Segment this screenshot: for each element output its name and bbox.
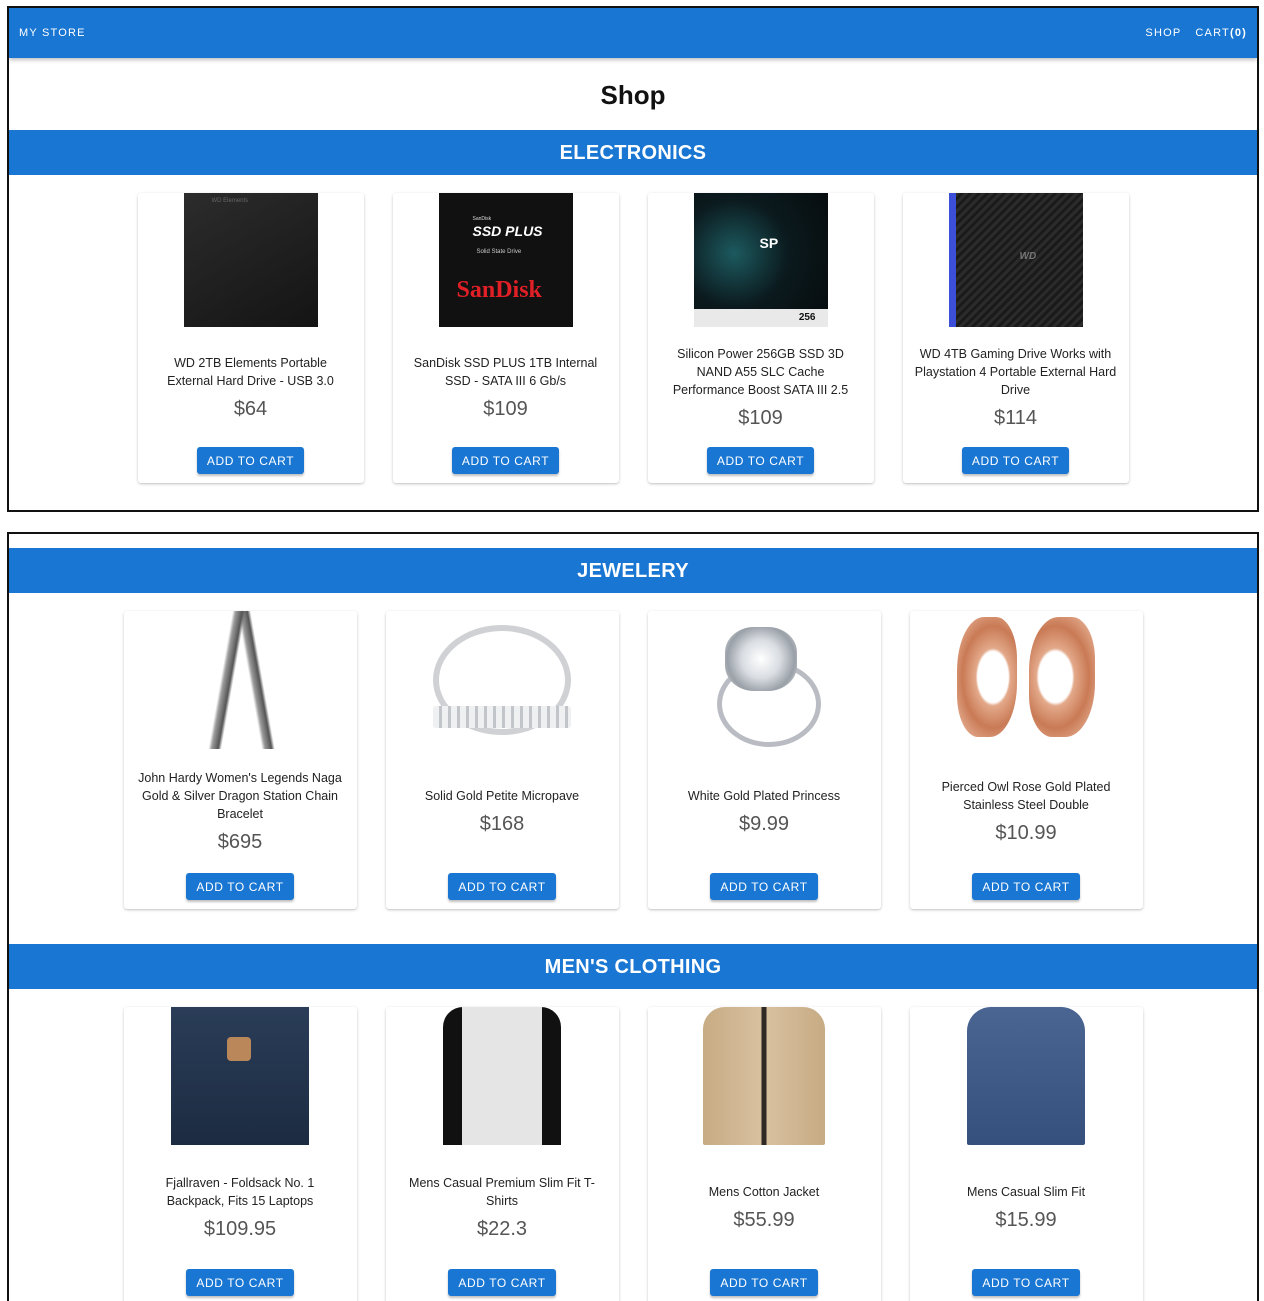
nav-cart-link[interactable]: CART(0) xyxy=(1195,27,1247,39)
product-card: Fjallraven - Foldsack No. 1 Backpack, Fi… xyxy=(123,1007,357,1301)
product-grid-electronics: WD Elements WD 2TB Elements Portable Ext… xyxy=(9,175,1257,483)
add-to-cart-button[interactable]: ADD TO CART xyxy=(710,873,818,900)
product-card: SanDisk SSD PLUS Solid State Drive SanDi… xyxy=(392,193,619,483)
product-image[interactable] xyxy=(171,611,309,749)
add-to-cart-button[interactable]: ADD TO CART xyxy=(196,447,305,474)
add-to-cart-button[interactable]: ADD TO CART xyxy=(448,1269,556,1296)
product-price: $109.95 xyxy=(203,1217,277,1240)
add-to-cart-button[interactable]: ADD TO CART xyxy=(961,447,1070,474)
product-price: $64 xyxy=(233,397,268,420)
product-image[interactable] xyxy=(695,611,833,749)
product-card: WD WD 4TB Gaming Drive Works with Playst… xyxy=(902,193,1129,483)
product-price: $114 xyxy=(993,406,1037,429)
add-to-cart-button[interactable]: ADD TO CART xyxy=(451,447,560,474)
product-card: Mens Casual Slim Fit $15.99 ADD TO CART xyxy=(909,1007,1143,1301)
product-price: $109 xyxy=(483,397,528,420)
product-title: Fjallraven - Foldsack No. 1 Backpack, Fi… xyxy=(165,1175,315,1208)
category-header-mens-clothing: MEN'S CLOTHING xyxy=(9,944,1257,989)
nav-shop-link[interactable]: SHOP xyxy=(1145,27,1181,39)
add-to-cart-button[interactable]: ADD TO CART xyxy=(448,873,556,900)
product-card: Solid Gold Petite Micropave $168 ADD TO … xyxy=(385,611,619,909)
product-image[interactable]: WD xyxy=(948,193,1083,327)
product-card: John Hardy Women's Legends Naga Gold & S… xyxy=(123,611,357,909)
top-nav: SHOP CART(0) xyxy=(1145,27,1247,39)
product-price: $10.99 xyxy=(995,821,1057,844)
product-price: $15.99 xyxy=(995,1208,1057,1231)
shop-window-bottom: JEWELERY John Hardy Women's Legends Naga… xyxy=(7,532,1259,1301)
add-to-cart-button[interactable]: ADD TO CART xyxy=(972,1269,1080,1296)
product-image[interactable] xyxy=(957,611,1095,749)
product-price: $9.99 xyxy=(738,812,790,835)
add-to-cart-button[interactable]: ADD TO CART xyxy=(706,447,815,474)
product-grid-mens-clothing: Fjallraven - Foldsack No. 1 Backpack, Fi… xyxy=(9,989,1257,1301)
product-title: WD 2TB Elements Portable External Hard D… xyxy=(167,355,334,388)
product-grid-jewelery: John Hardy Women's Legends Naga Gold & S… xyxy=(9,593,1257,909)
product-title: Mens Casual Premium Slim Fit T-Shirts xyxy=(409,1175,595,1208)
product-image-label: SanDisk xyxy=(472,216,492,222)
product-image[interactable] xyxy=(433,1007,571,1145)
product-image-logo: SanDisk xyxy=(456,277,542,303)
product-image-logo: WD xyxy=(1019,251,1037,262)
product-title: Silicon Power 256GB SSD 3D NAND A55 SLC … xyxy=(672,346,849,397)
product-title: White Gold Plated Princess xyxy=(687,788,841,803)
product-title: WD 4TB Gaming Drive Works with Playstati… xyxy=(914,346,1117,397)
product-card: Pierced Owl Rose Gold Plated Stainless S… xyxy=(909,611,1143,909)
product-image[interactable] xyxy=(957,1007,1095,1145)
shop-window-top: MY STORE SHOP CART(0) Shop ELECTRONICS W… xyxy=(7,6,1259,512)
product-price: $55.99 xyxy=(733,1208,795,1231)
category-header-electronics: ELECTRONICS xyxy=(9,130,1257,175)
product-title: John Hardy Women's Legends Naga Gold & S… xyxy=(138,770,342,821)
product-image[interactable] xyxy=(695,1007,833,1145)
product-title: SanDisk SSD PLUS 1TB Internal SSD - SATA… xyxy=(413,355,598,388)
product-image[interactable]: SP 256 xyxy=(693,193,828,327)
product-image-label: 256 xyxy=(798,312,816,323)
add-to-cart-button[interactable]: ADD TO CART xyxy=(186,1269,294,1296)
product-card: Mens Casual Premium Slim Fit T-Shirts $2… xyxy=(385,1007,619,1301)
page-title: Shop xyxy=(600,80,666,110)
product-card: White Gold Plated Princess $9.99 ADD TO … xyxy=(647,611,881,909)
category-header-jewelery: JEWELERY xyxy=(9,548,1257,593)
product-price: $695 xyxy=(217,830,263,853)
product-image-label: WD Elements xyxy=(211,198,249,204)
cart-count-badge: (0) xyxy=(1229,27,1247,39)
nav-cart-label: CART xyxy=(1195,27,1230,39)
product-image-logo: SP xyxy=(759,235,779,251)
add-to-cart-button[interactable]: ADD TO CART xyxy=(972,873,1080,900)
product-image-label: SSD PLUS xyxy=(472,223,543,239)
product-image[interactable]: WD Elements xyxy=(183,193,318,327)
product-card: SP 256 Silicon Power 256GB SSD 3D NAND A… xyxy=(647,193,874,483)
product-price: $109 xyxy=(738,406,783,429)
product-image-label: Solid State Drive xyxy=(476,249,522,255)
product-price: $168 xyxy=(479,812,525,835)
add-to-cart-button[interactable]: ADD TO CART xyxy=(710,1269,818,1296)
product-price: $22.3 xyxy=(476,1217,528,1240)
product-image[interactable] xyxy=(171,1007,309,1145)
product-image[interactable]: SanDisk SSD PLUS Solid State Drive SanDi… xyxy=(438,193,573,327)
product-image[interactable] xyxy=(433,611,571,749)
product-title: Pierced Owl Rose Gold Plated Stainless S… xyxy=(941,779,1111,812)
product-title: Mens Cotton Jacket xyxy=(708,1184,820,1199)
add-to-cart-button[interactable]: ADD TO CART xyxy=(186,873,294,900)
product-card: Mens Cotton Jacket $55.99 ADD TO CART xyxy=(647,1007,881,1301)
app-bar: MY STORE SHOP CART(0) xyxy=(9,8,1257,58)
product-card: WD Elements WD 2TB Elements Portable Ext… xyxy=(137,193,364,483)
product-title: Mens Casual Slim Fit xyxy=(966,1184,1086,1199)
store-brand-link[interactable]: MY STORE xyxy=(19,27,86,39)
product-title: Solid Gold Petite Micropave xyxy=(424,788,580,803)
